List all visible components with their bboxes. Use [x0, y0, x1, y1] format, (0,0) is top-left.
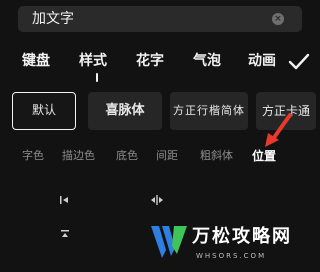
subtab-background-color[interactable]: 底色	[116, 148, 138, 164]
tab-keyboard[interactable]: 键盘	[22, 52, 50, 70]
watermark-logo-icon	[151, 226, 187, 258]
text-input-field[interactable]: 加文字 ×	[18, 6, 302, 32]
style-tabs: 键盘 样式 花字 气泡 动画	[0, 48, 320, 82]
subtab-position[interactable]: 位置	[252, 148, 276, 164]
tab-bubble[interactable]: 气泡	[193, 52, 221, 70]
font-fangzheng-xingkai[interactable]: 方正行楷简体	[170, 92, 248, 130]
tab-style[interactable]: 样式	[79, 52, 107, 70]
align-left-icon[interactable]	[58, 195, 72, 205]
text-editor-panel: 加文字 × 键盘 样式 花字 气泡 动画 默认 喜脉体 方正行楷简体 方正卡通 …	[0, 0, 320, 272]
align-center-icon[interactable]	[150, 195, 164, 205]
watermark: 万松攻略网 WHSORS.COM	[150, 222, 310, 270]
tab-animation[interactable]: 动画	[248, 52, 276, 70]
annotation-arrow-icon	[265, 113, 292, 147]
text-input-value[interactable]: 加文字	[32, 10, 74, 28]
subtab-stroke-color[interactable]: 描边色	[62, 148, 95, 164]
style-subtabs: 字色 描边色 底色 间距 粗斜体 位置	[0, 148, 320, 168]
active-tab-indicator	[96, 73, 98, 82]
font-ximai[interactable]: 喜脉体	[88, 92, 162, 130]
font-default[interactable]: 默认	[12, 92, 76, 130]
watermark-subtitle: WHSORS.COM	[196, 252, 267, 260]
check-icon[interactable]	[288, 52, 310, 72]
align-top-icon[interactable]	[58, 229, 72, 239]
subtab-text-color[interactable]: 字色	[22, 148, 44, 164]
watermark-title: 万松攻略网	[192, 226, 292, 247]
subtab-spacing[interactable]: 间距	[156, 148, 178, 164]
subtab-bold-italic[interactable]: 粗斜体	[200, 148, 233, 164]
tab-fancy-text[interactable]: 花字	[136, 52, 164, 70]
clear-icon[interactable]: ×	[272, 13, 284, 25]
